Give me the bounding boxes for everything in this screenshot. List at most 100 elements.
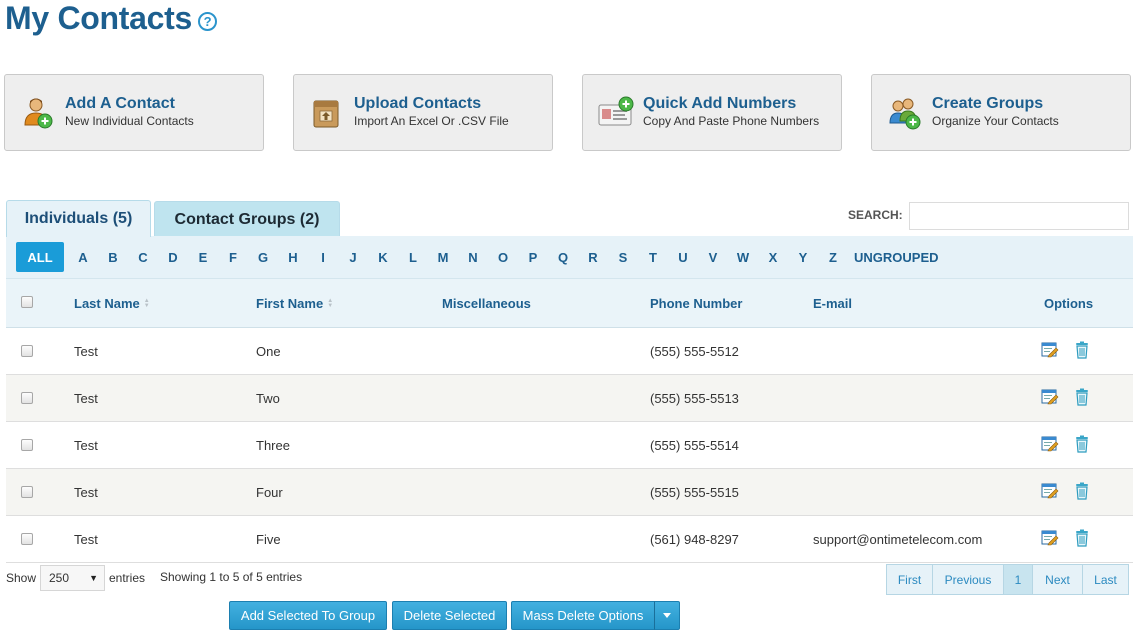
pager-next[interactable]: Next (1033, 565, 1083, 594)
page-title-text: My Contacts (5, 0, 192, 36)
cell-first-name: Five (256, 532, 281, 547)
tab-contact-groups[interactable]: Contact Groups (2) (154, 201, 340, 238)
create-groups-card[interactable]: Create Groups Organize Your Contacts (871, 74, 1131, 151)
filter-letter-s[interactable]: S (608, 242, 638, 272)
filter-ungrouped[interactable]: UNGROUPED (848, 242, 939, 272)
sort-icon: ▲ ▼ (143, 297, 150, 309)
alphabet-filter-bar: ALL A B C D E F G H I J K L M N O P Q R S T U V W X Y Z UNGROUPED (6, 236, 1133, 278)
filter-letter-w[interactable]: W (728, 242, 758, 272)
tab-individuals[interactable]: Individuals (5) (6, 200, 151, 237)
cell-first-name: Three (256, 438, 290, 453)
filter-letter-v[interactable]: V (698, 242, 728, 272)
search-label: SEARCH: (848, 208, 903, 222)
edit-icon[interactable] (1041, 483, 1059, 499)
row-checkbox[interactable] (21, 439, 33, 451)
filter-letter-j[interactable]: J (338, 242, 368, 272)
mass-delete-options-button[interactable]: Mass Delete Options (511, 601, 655, 630)
filter-letter-n[interactable]: N (458, 242, 488, 272)
add-selected-to-group-button[interactable]: Add Selected To Group (229, 601, 387, 630)
filter-letter-y[interactable]: Y (788, 242, 818, 272)
row-checkbox[interactable] (21, 533, 33, 545)
show-label: Show (6, 571, 37, 585)
filter-all[interactable]: ALL (16, 242, 64, 272)
table-row: Test One (555) 555-5512 (6, 328, 1133, 375)
edit-icon[interactable] (1041, 389, 1059, 405)
edit-icon[interactable] (1041, 436, 1059, 452)
trash-icon[interactable] (1074, 435, 1090, 453)
header-last-name[interactable]: Last Name ▲ ▼ (74, 296, 150, 311)
table-row: Test Four (555) 555-5515 (6, 469, 1133, 516)
upload-contacts-card[interactable]: Upload Contacts Import An Excel Or .CSV … (293, 74, 553, 151)
filter-letter-x[interactable]: X (758, 242, 788, 272)
cell-phone-number: (555) 555-5512 (650, 344, 739, 359)
filter-letter-f[interactable]: F (218, 242, 248, 272)
cell-last-name: Test (74, 438, 98, 453)
pager-last[interactable]: Last (1083, 565, 1128, 594)
cell-first-name: Two (256, 391, 280, 406)
trash-icon[interactable] (1074, 388, 1090, 406)
cell-first-name: One (256, 344, 281, 359)
trash-icon[interactable] (1074, 482, 1090, 500)
header-first-name[interactable]: First Name ▲ ▼ (256, 296, 333, 311)
filter-letter-b[interactable]: B (98, 242, 128, 272)
filter-letter-i[interactable]: I (308, 242, 338, 272)
header-miscellaneous: Miscellaneous (442, 296, 531, 311)
filter-letter-a[interactable]: A (68, 242, 98, 272)
filter-letter-d[interactable]: D (158, 242, 188, 272)
header-phone-number: Phone Number (650, 296, 743, 311)
row-checkbox[interactable] (21, 486, 33, 498)
filter-letter-u[interactable]: U (668, 242, 698, 272)
quick-add-card-icon (597, 95, 637, 131)
table-row: Test Three (555) 555-5514 (6, 422, 1133, 469)
filter-letter-t[interactable]: T (638, 242, 668, 272)
filter-letter-o[interactable]: O (488, 242, 518, 272)
trash-icon[interactable] (1074, 341, 1090, 359)
add-contact-icon (19, 95, 59, 131)
create-groups-title: Create Groups (932, 94, 1044, 112)
quick-add-numbers-card[interactable]: Quick Add Numbers Copy And Paste Phone N… (582, 74, 842, 151)
pager-first[interactable]: First (887, 565, 933, 594)
filter-letter-g[interactable]: G (248, 242, 278, 272)
row-checkbox[interactable] (21, 392, 33, 404)
filter-letter-q[interactable]: Q (548, 242, 578, 272)
edit-icon[interactable] (1041, 342, 1059, 358)
filter-letter-p[interactable]: P (518, 242, 548, 272)
pager-previous[interactable]: Previous (933, 565, 1004, 594)
quick-add-numbers-subtitle: Copy And Paste Phone Numbers (643, 113, 820, 128)
quick-add-numbers-title: Quick Add Numbers (643, 94, 797, 112)
caret-down-icon (663, 613, 671, 618)
cell-phone-number: (555) 555-5515 (650, 485, 739, 500)
pager-current-page[interactable]: 1 (1004, 565, 1033, 594)
filter-letter-r[interactable]: R (578, 242, 608, 272)
mass-delete-dropdown-toggle[interactable] (654, 601, 680, 630)
filter-letter-c[interactable]: C (128, 242, 158, 272)
add-contact-card[interactable]: Add A Contact New Individual Contacts (4, 74, 264, 151)
cell-first-name: Four (256, 485, 283, 500)
header-email: E-mail (813, 296, 853, 311)
filter-letter-e[interactable]: E (188, 242, 218, 272)
filter-letter-k[interactable]: K (368, 242, 398, 272)
table-header: Last Name ▲ ▼ First Name ▲ ▼ Miscellaneous… (6, 278, 1133, 328)
search-input[interactable] (909, 202, 1129, 230)
create-groups-subtitle: Organize Your Contacts (932, 113, 1059, 128)
filter-letter-l[interactable]: L (398, 242, 428, 272)
edit-icon[interactable] (1041, 530, 1059, 546)
header-options: Options (1044, 296, 1094, 311)
entries-info: Showing 1 to 5 of 5 entries (160, 570, 303, 584)
filter-letter-m[interactable]: M (428, 242, 458, 272)
page-title: My Contacts ? (5, 0, 217, 37)
trash-icon[interactable] (1074, 529, 1090, 547)
select-all-checkbox[interactable] (21, 296, 33, 308)
sort-icon: ▲ ▼ (327, 297, 334, 309)
cell-last-name: Test (74, 391, 98, 406)
page-size-select[interactable]: 250 ▼ (40, 565, 105, 591)
delete-selected-button[interactable]: Delete Selected (392, 601, 507, 630)
entries-label: entries (109, 571, 146, 585)
row-checkbox[interactable] (21, 345, 33, 357)
cell-email: support@ontimetelecom.com (813, 532, 983, 547)
filter-letter-h[interactable]: H (278, 242, 308, 272)
filter-letter-z[interactable]: Z (818, 242, 848, 272)
help-icon[interactable]: ? (197, 12, 217, 31)
cell-last-name: Test (74, 344, 98, 359)
cell-phone-number: (561) 948-8297 (650, 532, 739, 547)
